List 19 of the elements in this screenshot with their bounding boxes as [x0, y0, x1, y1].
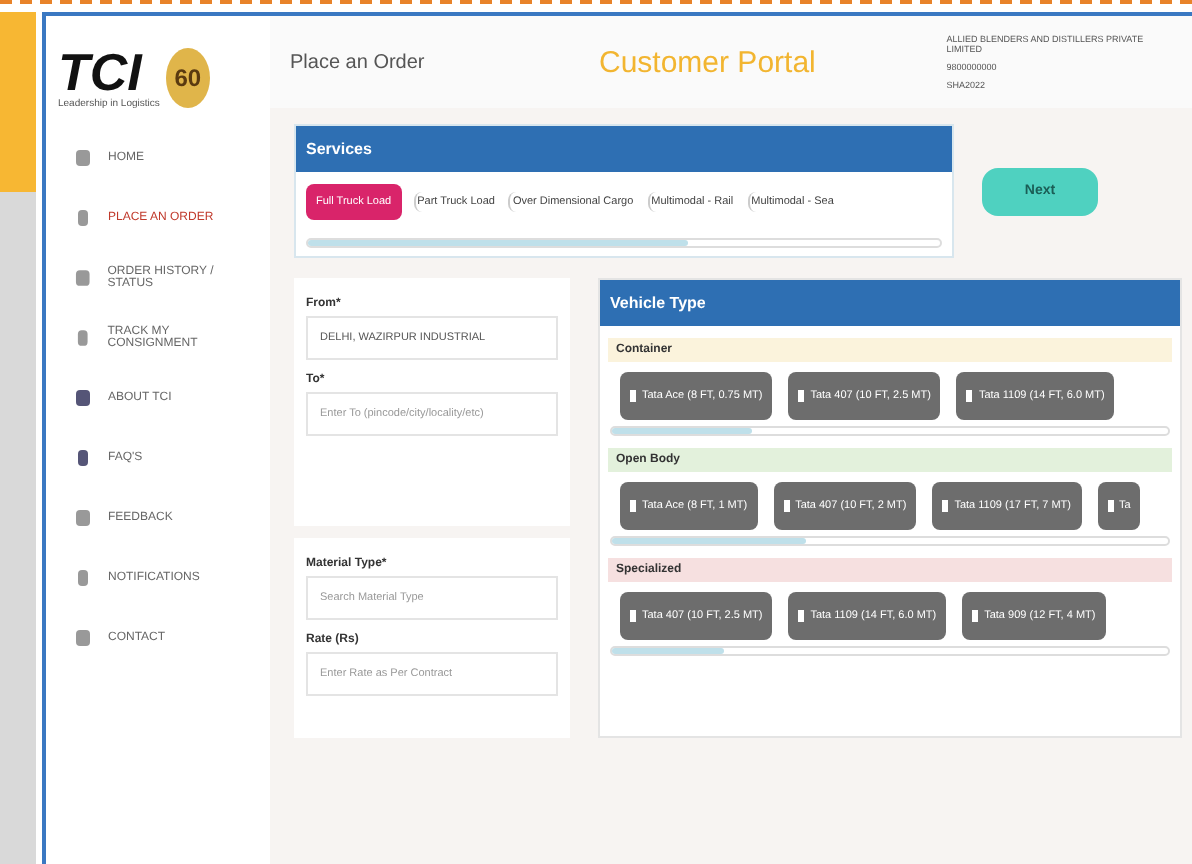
menu-item-icon	[74, 508, 92, 528]
scrollbar[interactable]	[610, 646, 1170, 656]
panel-header: Vehicle Type	[600, 280, 1180, 326]
menu-item-icon	[74, 628, 92, 648]
scrollbar[interactable]	[306, 238, 942, 248]
menu-item-icon	[74, 388, 92, 408]
menu-item-icon	[74, 268, 92, 288]
panel-header: Services	[296, 126, 952, 172]
scrollbar[interactable]	[610, 536, 1170, 546]
menu-item-icon	[74, 328, 92, 348]
logo: TCI	[58, 46, 143, 98]
page-title: Place an Order	[290, 51, 427, 73]
menu-item-icon	[74, 208, 92, 228]
menu-item-icon	[74, 148, 92, 168]
scrollbar[interactable]	[610, 426, 1170, 436]
anniversary-badge: 60	[165, 48, 210, 108]
menu-item-icon	[74, 448, 92, 468]
portal-title: Customer Portal	[599, 45, 818, 79]
menu-item-icon	[74, 568, 92, 588]
